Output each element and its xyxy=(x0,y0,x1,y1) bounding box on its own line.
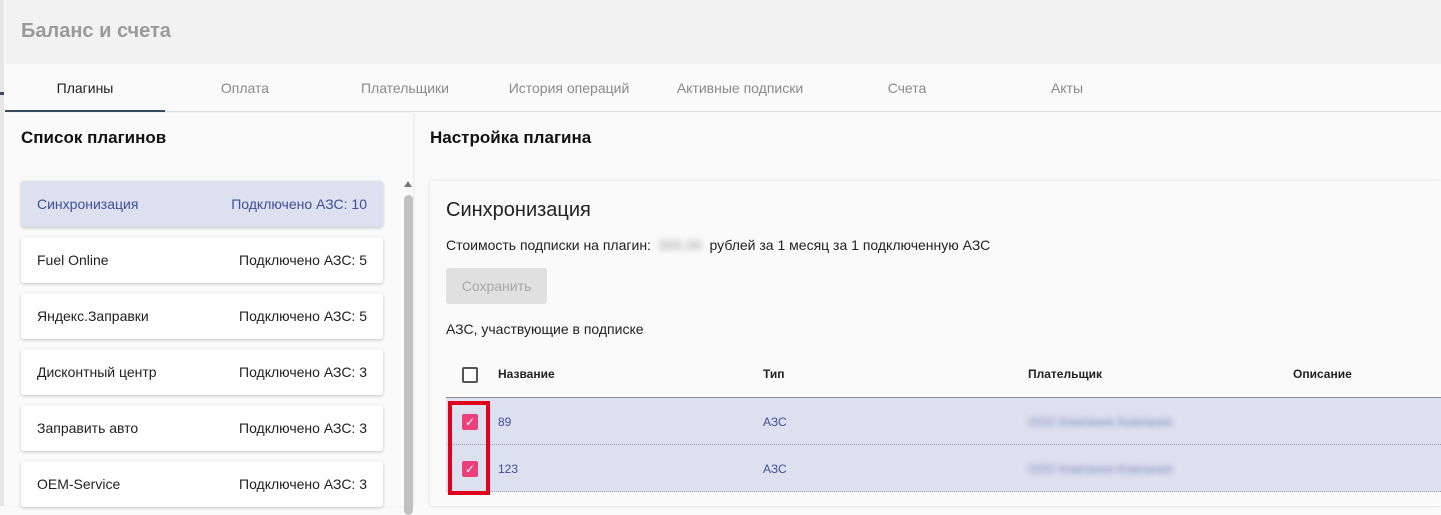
tab-invoices[interactable]: Счета xyxy=(827,64,987,111)
page-header: Баланс и счета xyxy=(5,0,1441,64)
stations-label: АЗС, участвующие в подписке xyxy=(446,321,644,337)
select-all-checkbox[interactable] xyxy=(462,367,478,383)
plugin-item-name: OEM-Service xyxy=(37,476,121,492)
selected-plugin-name: Синхронизация xyxy=(446,199,591,221)
tab-payers[interactable]: Плательщики xyxy=(325,64,485,111)
column-header-name[interactable]: Название xyxy=(498,367,555,381)
tab-acts[interactable]: Акты xyxy=(987,64,1147,111)
price-prefix: Стоимость подписки на плагин: xyxy=(446,237,651,253)
plugin-item-zapravit[interactable]: Заправить авто Подключено АЗС: 3 xyxy=(21,405,383,451)
tab-bar: Плагины Оплата Плательщики История опера… xyxy=(5,64,1441,112)
plugin-settings-card: Синхронизация Стоимость подписки на плаг… xyxy=(430,181,1441,506)
station-payer-redacted: ООО Компания Компания xyxy=(1028,415,1173,429)
plugin-item-sync[interactable]: Синхронизация Подключено АЗС: 10 xyxy=(21,181,383,227)
station-payer-redacted: ООО Компания Компания xyxy=(1028,462,1173,476)
tab-payment[interactable]: Оплата xyxy=(165,64,325,111)
tab-subscriptions[interactable]: Активные подписки xyxy=(660,64,820,111)
plugin-item-name: Fuel Online xyxy=(37,252,109,268)
price-suffix: рублей за 1 месяц за 1 подключенную АЗС xyxy=(709,237,991,253)
table-header: Название Тип Плательщик Описание xyxy=(446,353,1441,398)
plugin-item-fuel-online[interactable]: Fuel Online Подключено АЗС: 5 xyxy=(21,237,383,283)
plugin-item-count: Подключено АЗС: 5 xyxy=(239,308,367,324)
window-edge xyxy=(0,0,4,506)
plugin-item-count: Подключено АЗС: 3 xyxy=(239,476,367,492)
price-value-redacted: 000.00 xyxy=(658,237,702,253)
plugin-item-name: Яндекс.Заправки xyxy=(37,308,149,324)
column-header-type[interactable]: Тип xyxy=(763,367,785,381)
save-button[interactable]: Сохранить xyxy=(446,268,547,304)
plugin-list-title: Список плагинов xyxy=(21,128,167,147)
subscription-price: Стоимость подписки на плагин: 000.00 руб… xyxy=(446,237,990,253)
station-name: 89 xyxy=(498,415,512,429)
page-title: Баланс и счета xyxy=(21,20,171,42)
plugin-settings-area: Настройка плагина Синхронизация Стоимост… xyxy=(414,113,1441,506)
window-edge-marker xyxy=(0,92,4,95)
plugin-item-yandex[interactable]: Яндекс.Заправки Подключено АЗС: 5 xyxy=(21,293,383,339)
plugin-item-name: Синхронизация xyxy=(37,196,139,212)
station-type: АЗС xyxy=(763,415,787,429)
scroll-up-arrow-icon[interactable] xyxy=(404,181,412,187)
plugin-item-oem[interactable]: OEM-Service Подключено АЗС: 3 xyxy=(21,461,383,507)
column-header-payer[interactable]: Плательщик xyxy=(1028,367,1102,381)
station-type: АЗС xyxy=(763,462,787,476)
station-name: 123 xyxy=(498,462,519,476)
plugin-list-panel: Список плагинов Синхронизация Подключено… xyxy=(5,113,414,515)
plugin-item-count: Подключено АЗС: 3 xyxy=(239,364,367,380)
plugin-item-count: Подключено АЗС: 5 xyxy=(239,252,367,268)
table-row[interactable]: ✓ 123 АЗС ООО Компания Компания xyxy=(446,445,1441,492)
tab-history[interactable]: История операций xyxy=(489,64,649,111)
scroll-thumb[interactable] xyxy=(404,195,413,515)
plugin-settings-title: Настройка плагина xyxy=(430,128,592,147)
row-checkbox[interactable]: ✓ xyxy=(462,414,478,430)
plugin-list-scrollbar[interactable] xyxy=(402,181,414,515)
column-header-description[interactable]: Описание xyxy=(1293,367,1352,381)
table-row[interactable]: ✓ 89 АЗС ООО Компания Компания xyxy=(446,398,1441,445)
plugin-item-name: Заправить авто xyxy=(37,420,139,436)
plugin-item-count: Подключено АЗС: 3 xyxy=(239,420,367,436)
row-checkbox[interactable]: ✓ xyxy=(462,461,478,477)
tab-plugins[interactable]: Плагины xyxy=(5,64,165,112)
plugin-item-count: Подключено АЗС: 10 xyxy=(231,196,367,212)
plugin-item-name: Дисконтный центр xyxy=(37,364,157,380)
plugin-item-discount[interactable]: Дисконтный центр Подключено АЗС: 3 xyxy=(21,349,383,395)
